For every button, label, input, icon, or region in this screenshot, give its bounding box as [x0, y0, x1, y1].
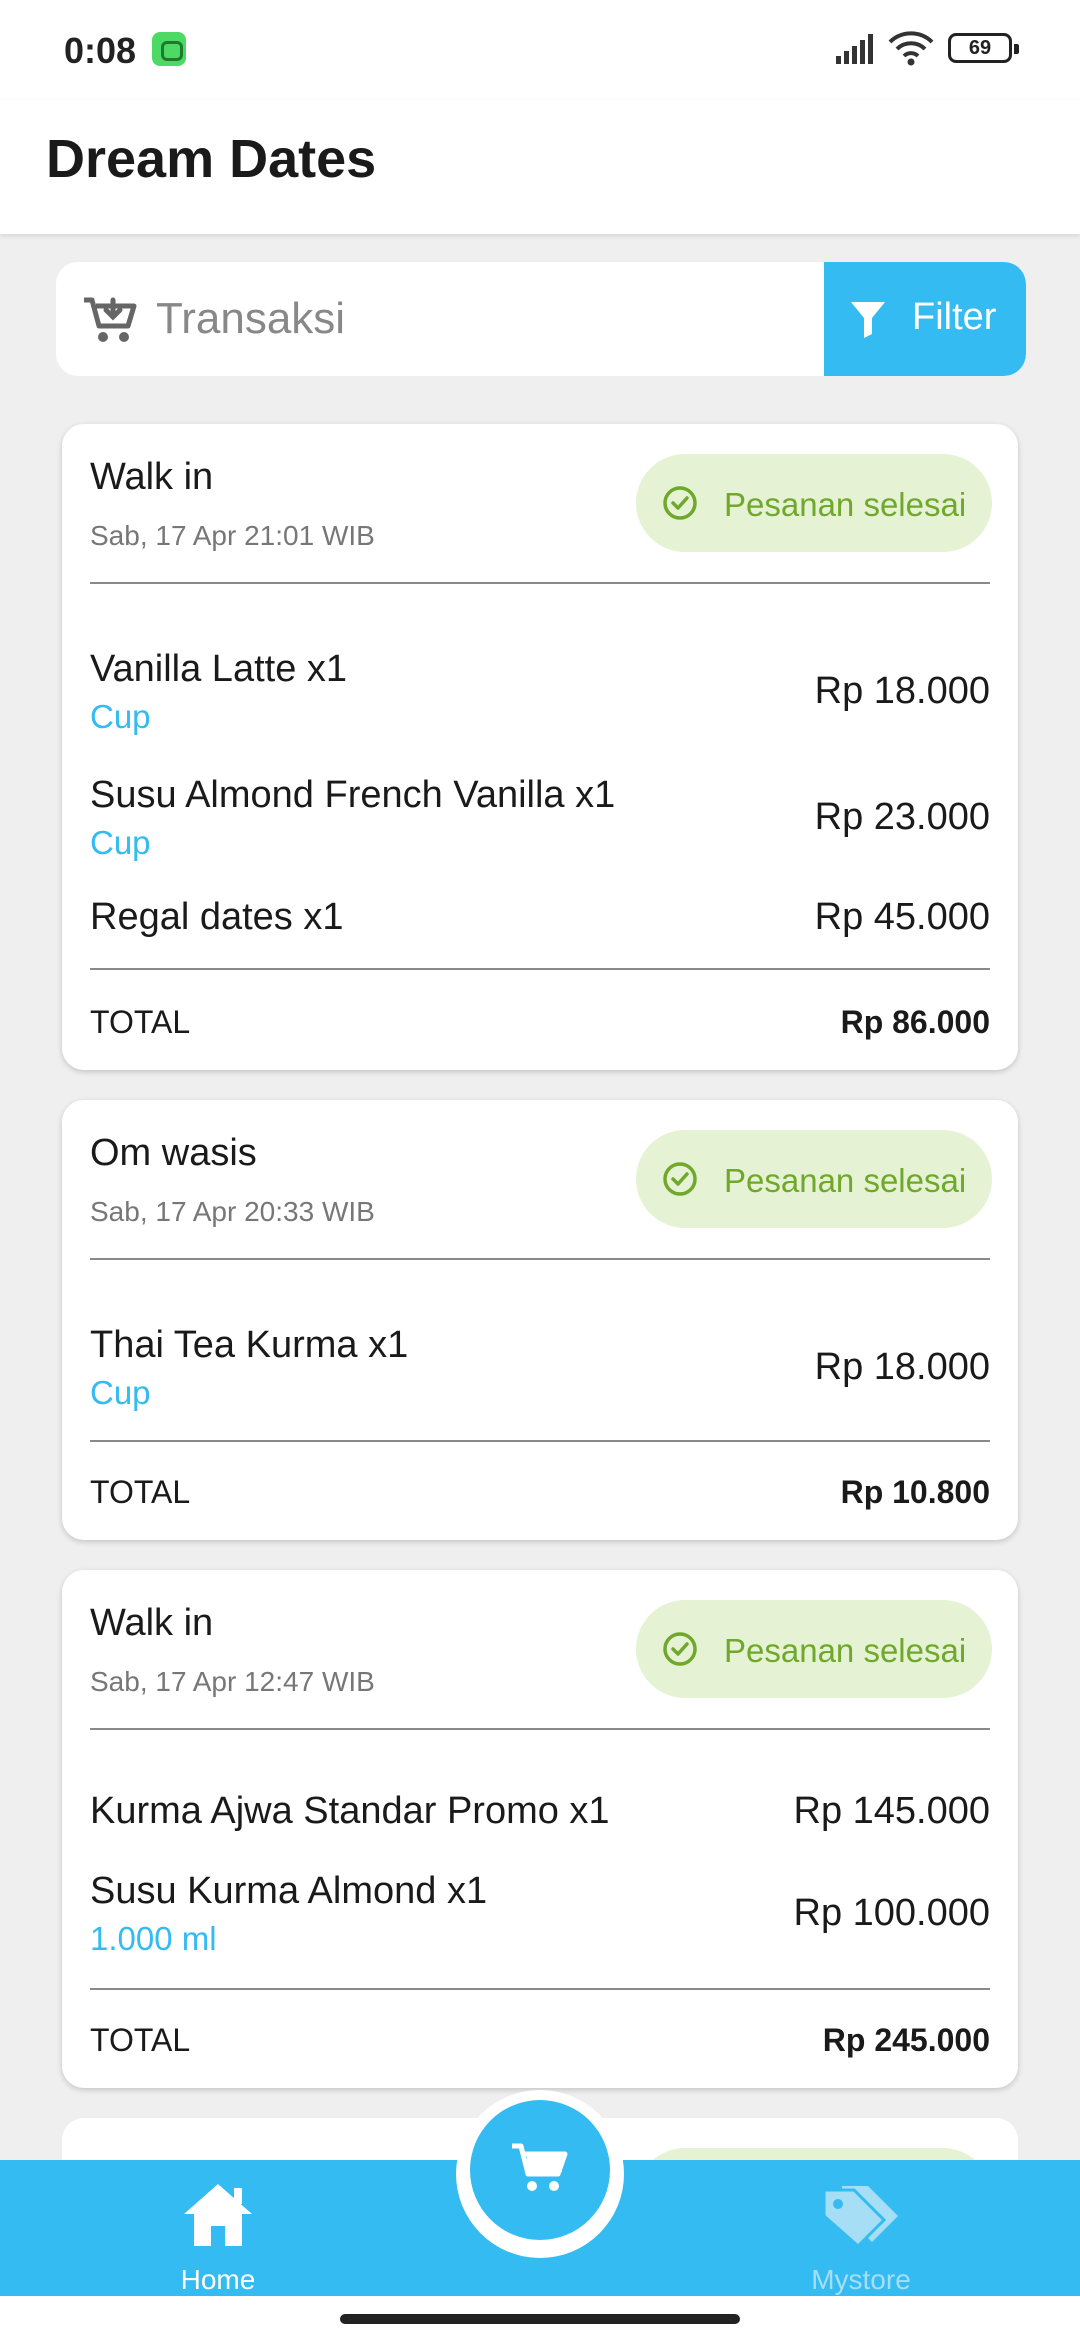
item-price: Rp 18.000: [814, 670, 990, 712]
status-badge: Pesanan selesai: [636, 1130, 992, 1228]
cart-icon: [512, 2143, 568, 2191]
order-date: Sab, 17 Apr 20:33 WIB: [90, 1196, 375, 1227]
order-card[interactable]: Walk in Sab, 17 Apr 21:01 WIB Pesanan se…: [62, 424, 1018, 1070]
divider: [90, 582, 990, 584]
item-price: Rp 18.000: [814, 1346, 990, 1388]
item-variant: Cup: [90, 1374, 151, 1411]
transaction-search-bar: Filter: [56, 262, 1026, 376]
total-label: TOTAL: [90, 1004, 191, 1040]
wifi-icon: [888, 31, 934, 66]
item-price: Rp 145.000: [793, 1790, 991, 1832]
gesture-area: [0, 2296, 1080, 2340]
item-variant: 1.000 ml: [90, 1920, 217, 1957]
item-variant: Cup: [90, 824, 151, 861]
home-gesture-bar[interactable]: [340, 2314, 740, 2324]
filter-button[interactable]: Filter: [824, 262, 1026, 376]
status-label: Pesanan selesai: [724, 1162, 967, 1199]
check-circle-icon: [663, 1632, 697, 1666]
cart-download-icon: [84, 297, 137, 342]
funnel-icon: [851, 302, 885, 338]
app-bar: Dream Dates: [0, 100, 1080, 234]
page-title: Dream Dates: [46, 129, 377, 189]
total-value: Rp 10.800: [840, 1474, 990, 1510]
divider: [90, 968, 990, 970]
status-badge: Pesanan selesai: [636, 454, 992, 552]
item-variant: Cup: [90, 698, 151, 735]
item-price: Rp 45.000: [814, 896, 990, 938]
check-circle-icon: [663, 1162, 697, 1196]
divider: [90, 1258, 990, 1260]
divider: [90, 1440, 990, 1442]
customer-name: Walk in: [90, 456, 214, 498]
divider: [90, 1728, 990, 1730]
item-name: Kurma Ajwa Standar Promo x1: [90, 1790, 610, 1832]
nav-home-label[interactable]: Home: [130, 2264, 306, 2296]
total-value: Rp 245.000: [822, 2022, 990, 2058]
total-label: TOTAL: [90, 1474, 191, 1510]
order-card[interactable]: Walk in Sab, 17 Apr 12:47 WIB Pesanan se…: [62, 1570, 1018, 2088]
item-name: Susu Kurma Almond x1: [90, 1870, 488, 1912]
home-icon[interactable]: [180, 2180, 256, 2250]
check-circle-icon: [663, 486, 697, 520]
item-price: Rp 23.000: [814, 796, 990, 838]
battery-indicator: 69: [948, 33, 1019, 63]
item-name: Susu Almond French Vanilla x1: [90, 774, 616, 816]
search-input[interactable]: [156, 280, 856, 358]
item-name: Vanilla Latte x1: [90, 648, 348, 690]
item-name: Thai Tea Kurma x1: [90, 1324, 409, 1366]
total-label: TOTAL: [90, 2022, 191, 2058]
status-time: 0:08: [64, 30, 137, 71]
item-name: Regal dates x1: [90, 896, 344, 938]
order-card[interactable]: Om wasis Sab, 17 Apr 20:33 WIB Pesanan s…: [62, 1100, 1018, 1540]
status-badge: Pesanan selesai: [636, 1600, 992, 1698]
cart-fab-button[interactable]: [470, 2100, 610, 2240]
nav-store-label[interactable]: Mystore: [770, 2264, 952, 2296]
customer-name: Walk in: [90, 1602, 214, 1644]
item-price: Rp 100.000: [793, 1892, 991, 1934]
app-notification-icon: [152, 32, 186, 66]
divider: [90, 1988, 990, 1990]
customer-name: Om wasis: [90, 1132, 257, 1174]
status-label: Pesanan selesai: [724, 1632, 967, 1669]
filter-button-label: Filter: [912, 296, 997, 338]
signal-icon: [836, 34, 873, 64]
status-label: Pesanan selesai: [724, 486, 967, 523]
total-value: Rp 86.000: [840, 1004, 990, 1040]
status-bar: 0:08 69: [0, 0, 1080, 100]
tags-icon[interactable]: [818, 2180, 904, 2250]
order-date: Sab, 17 Apr 21:01 WIB: [90, 520, 375, 551]
order-date: Sab, 17 Apr 12:47 WIB: [90, 1666, 375, 1697]
